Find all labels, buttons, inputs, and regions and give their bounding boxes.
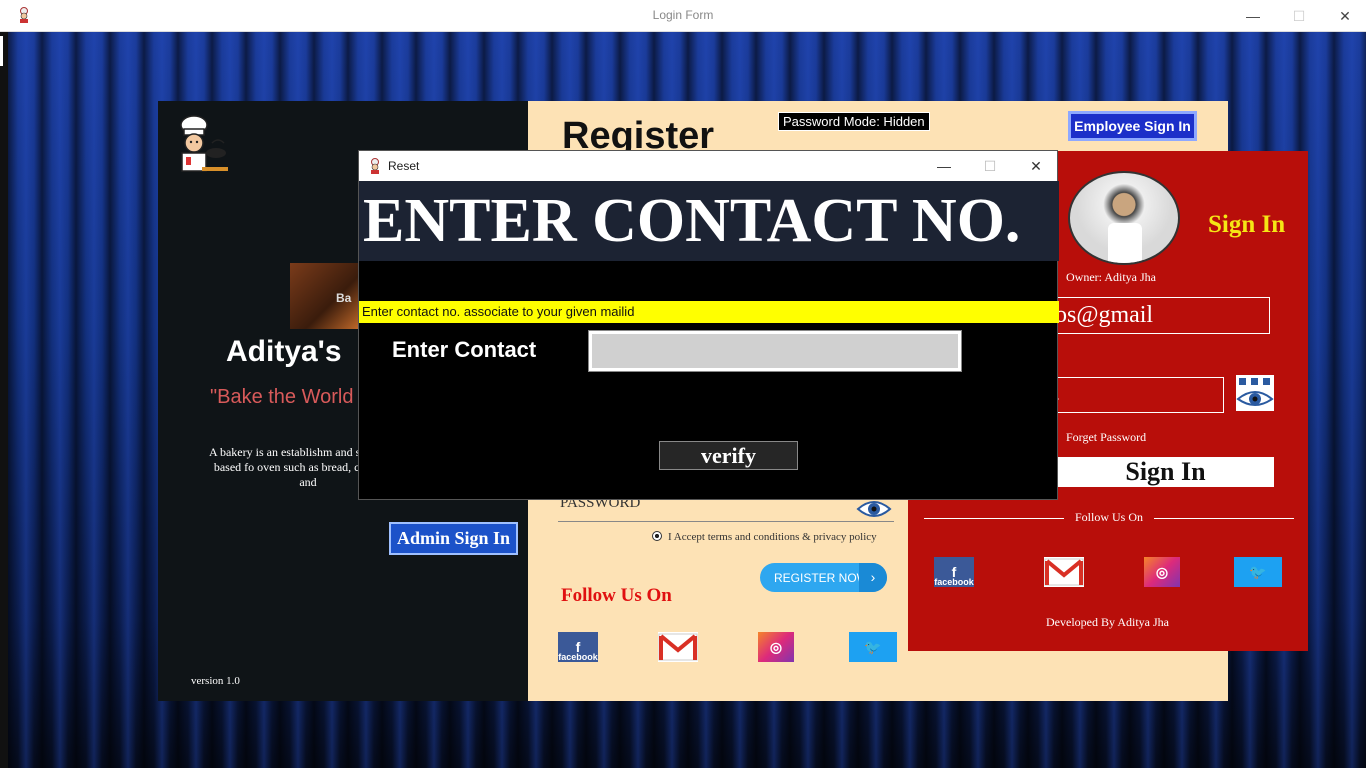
contact-input[interactable] [588, 330, 962, 372]
instagram-icon[interactable]: ◎ [1144, 557, 1180, 587]
dialog-banner: ENTER CONTACT NO. [359, 181, 1059, 261]
gmail-icon[interactable] [658, 632, 698, 662]
instagram-icon[interactable]: ◎ [758, 632, 794, 662]
dialog-maximize-button[interactable]: ☐ [967, 151, 1013, 181]
register-follow-us: Follow Us On [561, 585, 672, 606]
version-label: version 1.0 [191, 675, 240, 687]
twitter-icon[interactable]: 🐦 [849, 632, 897, 662]
admin-sign-in-button[interactable]: Admin Sign In [389, 522, 518, 555]
gmail-envelope-icon [658, 633, 698, 661]
eye-icon[interactable] [856, 497, 892, 521]
password-underline [558, 521, 894, 522]
bakery-name: Aditya's [226, 335, 342, 368]
dialog-close-button[interactable]: ✕ [1013, 151, 1059, 181]
terms-radio[interactable] [652, 531, 662, 541]
reset-dialog: Reset — ☐ ✕ ENTER CONTACT NO. Enter cont… [358, 150, 1059, 500]
sign-in-follow-us: Follow Us On [924, 510, 1294, 525]
window-title: Login Form [652, 8, 714, 22]
show-password-eye-icon[interactable] [1236, 375, 1274, 411]
screen-edge [0, 32, 8, 768]
chevron-right-icon: › [859, 563, 887, 592]
gmail-icon[interactable] [1044, 557, 1084, 587]
verify-button[interactable]: verify [659, 441, 798, 470]
facebook-icon[interactable]: f facebook [934, 557, 974, 587]
sign-in-button[interactable]: Sign In [1057, 457, 1274, 487]
contact-label: Enter Contact [392, 337, 537, 362]
bakery-image-text: Ba [336, 291, 352, 305]
sign-in-title: Sign In [1208, 211, 1286, 238]
employee-sign-in-button[interactable]: Employee Sign In [1068, 111, 1197, 141]
facebook-caption: facebook [934, 577, 974, 587]
terms-label: I Accept terms and conditions & privacy … [668, 531, 877, 543]
dialog-title: Reset [388, 159, 420, 173]
dialog-titlebar: Reset — ☐ ✕ [359, 151, 1057, 181]
password-field[interactable]: . [1044, 377, 1224, 413]
facebook-icon[interactable]: f facebook [558, 632, 598, 662]
dialog-minimize-button[interactable]: — [921, 151, 967, 181]
dialog-hint: Enter contact no. associate to your give… [359, 301, 1059, 323]
avatar-shirt [1108, 223, 1142, 263]
register-now-label: REGISTER NOW [774, 570, 869, 585]
chef-logo-icon [180, 115, 228, 172]
terms-checkbox[interactable]: I Accept terms and conditions & privacy … [652, 531, 877, 543]
facebook-caption: facebook [558, 652, 598, 662]
owner-caption: Owner: Aditya Jha [1066, 270, 1156, 284]
window-titlebar: Login Form — ☐ ✕ [0, 0, 1366, 32]
edge-marker [0, 36, 3, 66]
developed-by: Developed By Aditya Jha [1046, 615, 1169, 629]
email-field[interactable]: os@gmail [1044, 297, 1270, 334]
twitter-icon[interactable]: 🐦 [1234, 557, 1282, 587]
close-button[interactable]: ✕ [1322, 0, 1366, 32]
chef-app-icon [371, 158, 379, 174]
register-now-button[interactable]: REGISTER NOW › [760, 563, 887, 592]
owner-avatar [1068, 171, 1180, 265]
password-mode-toggle[interactable]: Password Mode: Hidden [778, 112, 930, 131]
minimize-button[interactable]: — [1230, 0, 1276, 32]
tagline: "Bake the World [210, 386, 354, 408]
gmail-envelope-icon [1044, 558, 1084, 586]
bakery-image: Ba [290, 263, 360, 329]
forget-password-link[interactable]: Forget Password [1066, 430, 1146, 445]
maximize-button[interactable]: ☐ [1276, 0, 1322, 32]
